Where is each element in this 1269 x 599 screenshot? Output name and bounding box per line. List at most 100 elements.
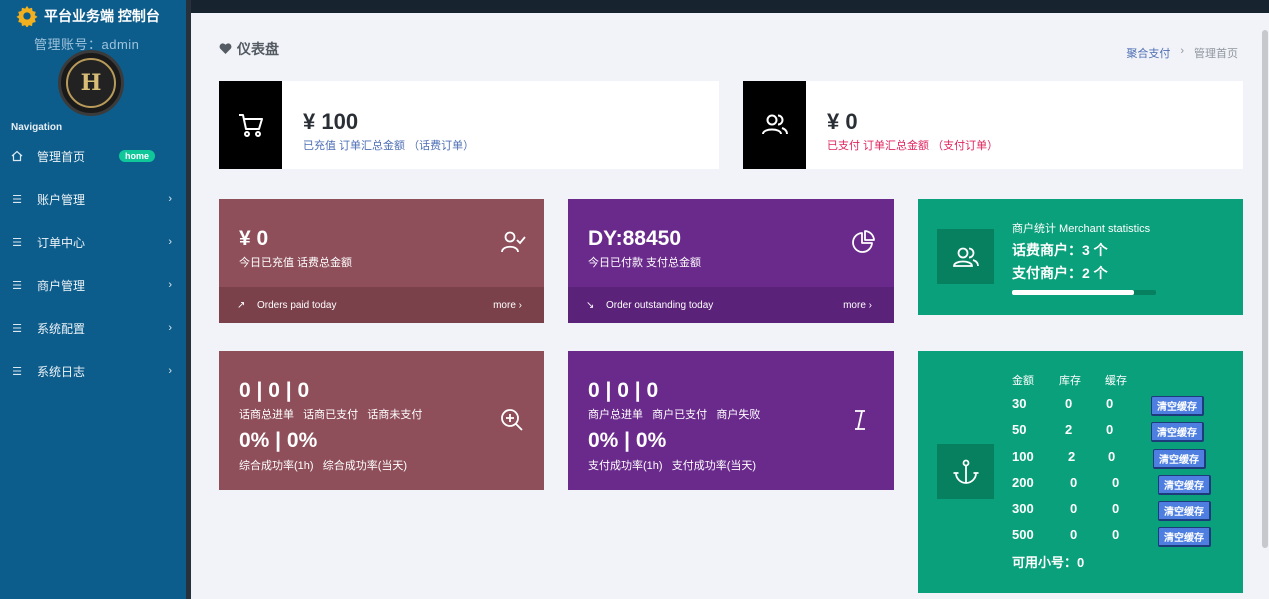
recharge-total-value: ¥ 100 [303,109,359,134]
home-badge: home [119,150,156,162]
row-amount: 300 [1012,501,1034,516]
merchant-order-stats-card: 0 | 0 | 0 商户总进单 商户已支付 商户失败 0% | 0% 支付成功率… [568,351,894,490]
more-link[interactable]: more › [843,300,872,311]
row-amount: 200 [1012,475,1034,490]
merchant-order-counts: 0 | 0 | 0 [588,379,659,402]
row-amount: 50 [1012,422,1027,437]
row-stock: 2 [1068,449,1076,464]
merchant-progress-bar [1012,290,1156,295]
chevron-right-icon: › [168,236,172,248]
today-recharge-card: ¥ 0 今日已充值 话费总金额 ↗ Orders paid today more… [219,199,544,323]
payment-total-label: 已支付 订单汇总金额 （支付订单） [827,140,999,152]
row-cache: 0 [1106,422,1114,437]
merchant-progress-fill [1012,290,1135,295]
page-title-text: 仪表盘 [237,41,279,57]
breadcrumb: 聚合支付 › 管理首页 [1126,45,1238,61]
sidebar-item-config[interactable]: ☰ 系统配置 › [0,313,186,343]
today-paid-footer: ↘ Order outstanding today more › [568,287,894,323]
row-cache: 0 [1108,449,1116,464]
today-recharge-label: 今日已充值 话费总金额 [239,257,353,269]
row-stock: 0 [1065,396,1073,411]
recharge-total-label: 已充值 订单汇总金额 （话费订单） [303,140,475,152]
row-stock: 0 [1070,527,1078,542]
sidebar-item-account[interactable]: ☰ 账户管理 › [0,184,186,214]
today-recharge-footer: ↗ Orders paid today more › [219,287,544,323]
users-icon [743,81,806,169]
breadcrumb-separator: › [1180,45,1184,57]
list-icon: ☰ [12,193,22,206]
today-paid-card: DY:88450 今日已付款 支付总金额 ↘ Order outstanding… [568,199,894,323]
row-amount: 100 [1012,449,1034,464]
sidebar-item-dashboard[interactable]: 管理首页 home [0,141,186,171]
home-icon [11,150,23,162]
phone-order-counts: 0 | 0 | 0 [239,379,310,402]
today-paid-value: DY:88450 [588,227,682,250]
gear-logo-icon [16,5,38,27]
chevron-right-icon: › [168,193,172,205]
today-recharge-value: ¥ 0 [239,227,269,250]
footer-label: Order outstanding today [606,299,714,311]
sidebar-item-orders[interactable]: ☰ 订单中心 › [0,227,186,257]
list-icon: ☰ [12,365,22,378]
row-stock: 2 [1065,422,1073,437]
chevron-right-icon: › [168,322,172,334]
sidebar-item-label: 管理首页 [37,149,86,164]
chevron-right-icon: › [168,279,172,291]
topbar [191,0,1269,13]
phone-merchant-count: 话费商户：3 个 [1012,242,1108,258]
zoom-in-icon [501,409,523,431]
brand-title: 平台业务端 控制台 [44,8,160,24]
available-accounts: 可用小号：0 [1012,555,1085,570]
page-title: 仪表盘 [219,39,279,59]
merchant-order-count-labels: 商户总进单 商户已支付 商户失败 [588,409,761,421]
sidebar-item-label: 账户管理 [37,192,86,207]
text-cursor-icon [855,410,865,430]
row-stock: 0 [1070,475,1078,490]
recharge-total-card: ¥ 100 已充值 订单汇总金额 （话费订单） [219,81,719,169]
clear-cache-button[interactable]: 清空缓存 [1151,422,1204,442]
sidebar-item-label: 商户管理 [37,278,86,293]
cart-icon [219,81,282,169]
sidebar-item-merchants[interactable]: ☰ 商户管理 › [0,270,186,300]
payment-total-card: ¥ 0 已支付 订单汇总金额 （支付订单） [743,81,1243,169]
merchant-success-rates: 0% | 0% [588,429,667,452]
row-cache: 0 [1112,501,1120,516]
clear-cache-button[interactable]: 清空缓存 [1158,501,1211,521]
phone-order-stats-card: 0 | 0 | 0 话商总进单 话商已支付 话商未支付 0% | 0% 综合成功… [219,351,544,490]
col-stock: 库存 [1059,375,1081,387]
clear-cache-button[interactable]: 清空缓存 [1151,396,1204,416]
row-cache: 0 [1112,527,1120,542]
row-cache: 0 [1106,396,1114,411]
list-icon: ☰ [12,322,22,335]
breadcrumb-home-link[interactable]: 聚合支付 [1126,45,1170,61]
scrollbar[interactable] [1262,30,1268,548]
sidebar-edge [186,0,191,599]
row-cache: 0 [1112,475,1120,490]
more-link[interactable]: more › [493,300,522,311]
phone-order-count-labels: 话商总进单 话商已支付 话商未支付 [239,409,423,421]
brand[interactable]: 平台业务端 控制台 [16,5,160,27]
col-cache: 缓存 [1105,375,1127,387]
payment-total-value: ¥ 0 [827,109,858,134]
sidebar-item-label: 系统日志 [37,364,86,379]
trending-down-icon: ↘ [586,299,595,311]
avatar-logo: H [66,58,116,108]
avatar[interactable]: H [58,50,124,116]
merchant-stats-card: 商户统计 Merchant statistics 话费商户：3 个 支付商户：2… [918,199,1243,315]
sidebar: 平台业务端 控制台 管理账号：admin H Navigation 管理首页 h… [0,0,186,599]
list-icon: ☰ [12,236,22,249]
breadcrumb-current: 管理首页 [1194,48,1238,60]
pay-merchant-count: 支付商户：2 个 [1012,265,1108,281]
list-icon: ☰ [12,279,22,292]
clear-cache-button[interactable]: 清空缓存 [1158,527,1211,547]
stock-cache-card: 金额 库存 缓存 30 0 0 清空缓存 50 2 0 清空缓存 100 2 0… [918,351,1243,593]
footer-label: Orders paid today [257,299,337,311]
sidebar-item-label: 系统配置 [37,321,86,336]
sidebar-item-logs[interactable]: ☰ 系统日志 › [0,356,186,386]
clear-cache-button[interactable]: 清空缓存 [1153,449,1206,469]
phone-success-rate-labels: 综合成功率(1h) 综合成功率(当天) [239,460,408,472]
merchant-stats-title: 商户统计 Merchant statistics [1012,223,1151,235]
clear-cache-button[interactable]: 清空缓存 [1158,475,1211,495]
users-icon [937,229,994,284]
anchor-icon [937,444,994,499]
